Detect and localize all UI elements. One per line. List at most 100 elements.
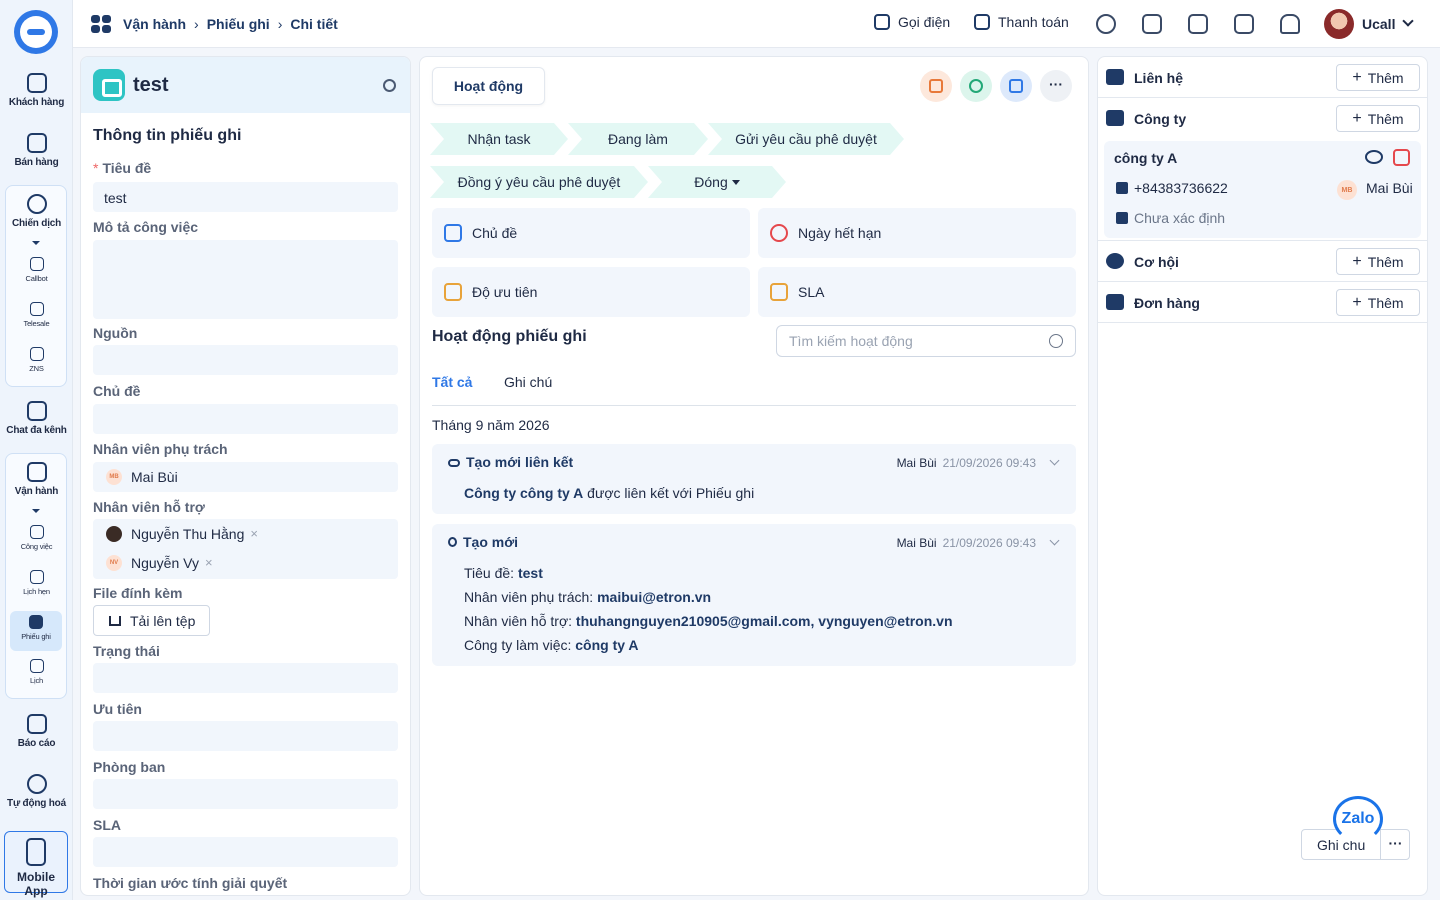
- activity-title: Hoạt động phiếu ghi: [432, 328, 587, 345]
- sla-card[interactable]: SLA: [758, 267, 1076, 317]
- divider: [432, 405, 1076, 406]
- add-order-button[interactable]: + Thêm: [1336, 289, 1420, 316]
- grid-icon: [91, 15, 111, 33]
- rail-tickets[interactable]: Phiếu ghi: [10, 611, 62, 651]
- search-icon[interactable]: [1049, 334, 1063, 348]
- avatar: MB: [1337, 180, 1357, 200]
- activity-search-input[interactable]: Tìm kiếm hoạt động: [776, 325, 1076, 357]
- status-step[interactable]: Đồng ý yêu cầu phê duyệt: [430, 166, 648, 198]
- book-icon[interactable]: [1234, 14, 1254, 34]
- month-heading: Tháng 9 năm 2026: [432, 417, 550, 433]
- timer-icon: [770, 224, 788, 242]
- status-step[interactable]: Đang làm: [568, 123, 708, 155]
- rail-zns[interactable]: ZNS: [0, 347, 73, 373]
- status-field[interactable]: [93, 663, 398, 693]
- title-field[interactable]: test: [93, 182, 398, 212]
- company-card[interactable]: công ty A +84383736622 MB Mai Bùi Chưa x…: [1104, 141, 1421, 238]
- rail-sales[interactable]: Bán hàng: [0, 133, 73, 168]
- company-name[interactable]: công ty A: [1114, 150, 1177, 166]
- message-icon[interactable]: [1142, 14, 1162, 34]
- settings-icon[interactable]: [1096, 14, 1116, 34]
- source-field[interactable]: [93, 345, 398, 375]
- rail-tasks[interactable]: Công việc: [0, 525, 73, 551]
- company-phone[interactable]: +84383736622: [1134, 180, 1228, 196]
- user-name[interactable]: Ucall: [1362, 16, 1395, 32]
- more-icon[interactable]: ···: [1380, 830, 1410, 859]
- add-contact-button[interactable]: + Thêm: [1336, 64, 1420, 91]
- broadcast-icon: [26, 194, 47, 214]
- remove-icon[interactable]: ×: [205, 555, 213, 570]
- ticket-title: test: [133, 73, 169, 96]
- activity-title: Tạo mới: [448, 534, 518, 550]
- ticket-icon: [29, 615, 43, 629]
- owner-field[interactable]: MB Mai Bùi: [93, 462, 398, 492]
- email-button[interactable]: [1000, 70, 1032, 102]
- workflow-icon: [26, 774, 47, 794]
- contact-card-icon: [1106, 69, 1124, 85]
- rail-telesale[interactable]: Telesale: [0, 302, 73, 328]
- mobile-app-button[interactable]: Mobile App: [4, 831, 68, 898]
- app-logo[interactable]: [14, 10, 58, 54]
- chevron-down-icon[interactable]: [32, 241, 40, 245]
- rail-appointments[interactable]: Lịch hẹn: [0, 570, 73, 596]
- eye-icon[interactable]: [1365, 150, 1383, 164]
- unlink-icon[interactable]: [1393, 149, 1410, 166]
- description-field[interactable]: [93, 240, 398, 319]
- remove-icon[interactable]: ×: [250, 526, 258, 541]
- briefcase-icon: [26, 462, 47, 482]
- call-button[interactable]: [960, 70, 992, 102]
- rail-automation[interactable]: Tự động hoá: [0, 774, 73, 809]
- bell-icon[interactable]: [1280, 14, 1300, 34]
- priority-card[interactable]: Độ ưu tiên: [432, 267, 750, 317]
- call-button[interactable]: Gọi điện: [874, 14, 950, 30]
- rail-customers[interactable]: Khách hàng: [0, 73, 73, 108]
- due-date-card[interactable]: Ngày hết hạn: [758, 208, 1076, 258]
- note-button[interactable]: [920, 70, 952, 102]
- rail-campaign[interactable]: Chiến dịch: [0, 194, 73, 229]
- sla-field[interactable]: [93, 837, 398, 867]
- topic-card[interactable]: Chủ đề: [432, 208, 750, 258]
- company-owner: Mai Bùi: [1366, 180, 1413, 196]
- rail-calendar[interactable]: Lịch: [0, 659, 73, 685]
- status-step[interactable]: Nhận task: [430, 123, 568, 155]
- breadcrumb-tickets[interactable]: Phiếu ghi: [207, 16, 270, 32]
- link-icon[interactable]: [383, 79, 396, 92]
- ticket-icon[interactable]: [1188, 14, 1208, 34]
- opportunity-section: Cơ hội + Thêm: [1098, 241, 1427, 282]
- upload-button[interactable]: Tải lên tệp: [93, 605, 210, 636]
- department-field[interactable]: [93, 779, 398, 809]
- payment-button[interactable]: Thanh toán: [974, 14, 1069, 30]
- status-step-close[interactable]: Đóng: [648, 166, 786, 198]
- tab-activity[interactable]: Hoạt động: [432, 67, 545, 105]
- ticket-info-panel: test Thông tin phiếu ghi * Tiêu đề test M…: [80, 56, 411, 896]
- calendar-icon: [29, 659, 44, 673]
- chevron-down-icon[interactable]: [1049, 455, 1060, 466]
- department-label: Phòng ban: [93, 759, 166, 775]
- company-email: Chưa xác định: [1134, 210, 1226, 226]
- chevron-down-icon[interactable]: [32, 509, 40, 513]
- status-step[interactable]: Gửi yêu cầu phê duyệt: [708, 123, 904, 155]
- support-field[interactable]: Nguyễn Thu Hằng × NV Nguyễn Vy ×: [93, 519, 398, 579]
- section-title: Thông tin phiếu ghi: [93, 127, 242, 144]
- rail-omnichannel[interactable]: Chat đa kênh: [0, 401, 73, 436]
- topic-field[interactable]: [93, 404, 398, 434]
- filter-all[interactable]: Tất cả: [432, 374, 472, 390]
- chevron-down-icon[interactable]: [1402, 15, 1414, 27]
- zalo-chat-button[interactable]: Zalo: [1333, 796, 1383, 842]
- headset-icon: [29, 302, 44, 316]
- activity-title: Tạo mới liên kết: [448, 454, 573, 470]
- add-company-button[interactable]: + Thêm: [1336, 105, 1420, 132]
- rail-callbot[interactable]: Callbot: [0, 257, 73, 283]
- breadcrumb-operations[interactable]: Vận hành: [123, 16, 186, 32]
- more-button[interactable]: ···: [1040, 70, 1072, 102]
- add-opportunity-button[interactable]: + Thêm: [1336, 248, 1420, 275]
- top-bar: Vận hành › Phiếu ghi › Chi tiết Gọi điện T…: [73, 0, 1440, 48]
- filter-notes[interactable]: Ghi chú: [504, 374, 552, 390]
- chevron-down-icon[interactable]: [1049, 535, 1060, 546]
- status-label: Trạng thái: [93, 643, 160, 659]
- priority-field[interactable]: [93, 721, 398, 751]
- rail-operations[interactable]: Vận hành: [0, 462, 73, 497]
- avatar[interactable]: [1324, 9, 1354, 39]
- rail-reports[interactable]: Báo cáo: [0, 714, 73, 749]
- building-icon: [1106, 110, 1124, 126]
